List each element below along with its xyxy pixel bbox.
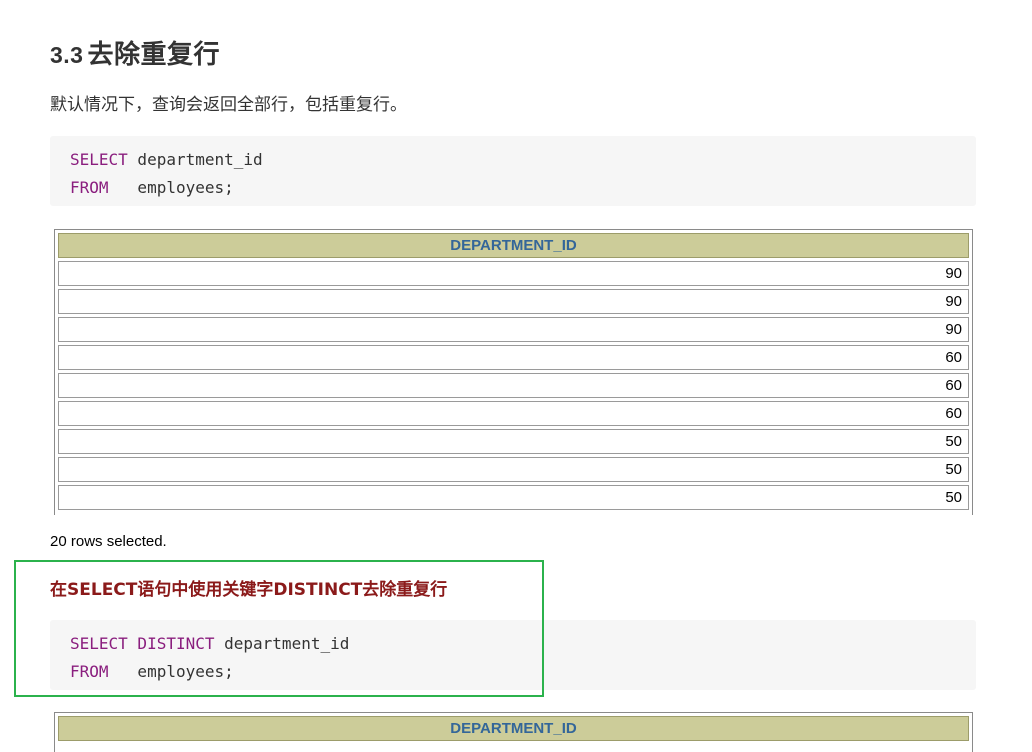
code-block-distinct: SELECT DISTINCT department_id FROM emplo…: [50, 620, 976, 690]
keyword-select: SELECT: [70, 634, 128, 653]
table-row: 90: [58, 289, 969, 314]
column-header-department-id: DEPARTMENT_ID: [58, 716, 969, 741]
rows-selected-status: 20 rows selected.: [50, 533, 167, 550]
result-table-distinct: DEPARTMENT_ID: [54, 712, 973, 752]
table-row: 60: [58, 373, 969, 398]
section-heading: 3.3 去除重复行: [50, 34, 220, 71]
code-text: employees;: [108, 178, 234, 197]
keyword-select: SELECT: [70, 150, 128, 169]
code-line-2: FROM employees;: [70, 174, 956, 202]
table-row: 60: [58, 401, 969, 426]
table-row: 50: [58, 485, 969, 510]
code-text: employees;: [108, 662, 234, 681]
keyword-from: FROM: [70, 662, 109, 681]
table-row: 90: [58, 261, 969, 286]
distinct-callout: 在SELECT语句中使用关键字DISTINCT去除重复行: [50, 580, 448, 600]
code-line-2: FROM employees;: [70, 658, 956, 686]
intro-paragraph: 默认情况下，查询会返回全部行，包括重复行。: [50, 95, 407, 115]
code-block-select: SELECT department_id FROM employees;: [50, 136, 976, 206]
table-row: 60: [58, 345, 969, 370]
code-text: department_id: [214, 634, 350, 653]
code-line-1: SELECT DISTINCT department_id: [70, 630, 956, 658]
table-row: 90: [58, 317, 969, 342]
column-header-department-id: DEPARTMENT_ID: [58, 233, 969, 258]
section-title: 去除重复行: [87, 40, 220, 70]
code-line-1: SELECT department_id: [70, 146, 956, 174]
code-text: department_id: [127, 150, 263, 169]
table-row: 50: [58, 457, 969, 482]
keyword-from: FROM: [70, 178, 109, 197]
section-number: 3.3: [50, 42, 84, 68]
keyword-distinct: DISTINCT: [127, 634, 215, 653]
table-row: 50: [58, 429, 969, 454]
result-table: DEPARTMENT_ID 90 90 90 60 60 60 50 50 50: [54, 229, 973, 515]
